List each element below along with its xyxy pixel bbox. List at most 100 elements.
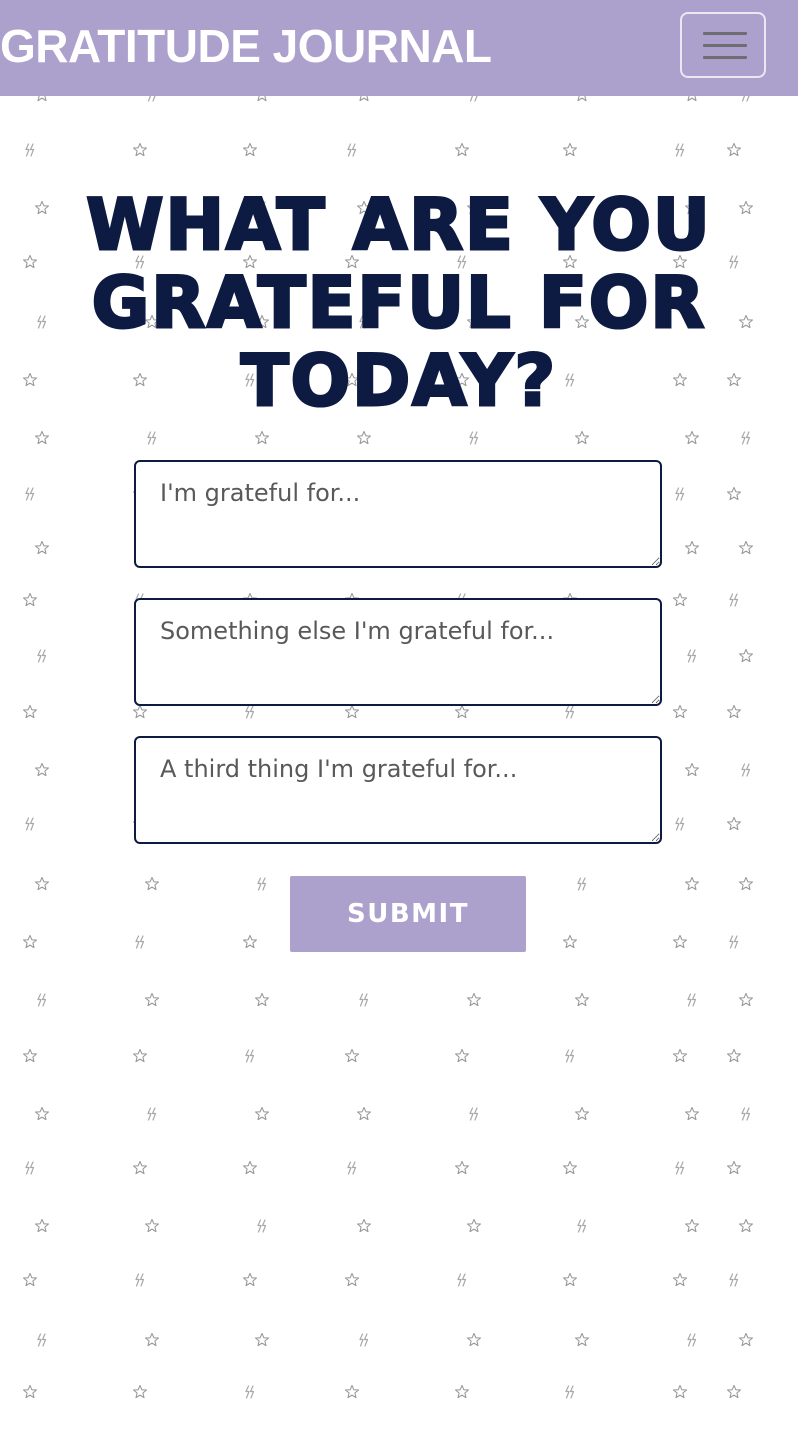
lightning-icon [257,877,267,891]
star-outline-icon [738,876,754,891]
gratitude-entry-2[interactable] [134,598,662,706]
star-outline-icon [726,1384,742,1399]
star-outline-icon [574,1106,590,1121]
star-outline-icon [672,934,688,949]
star-outline-icon [254,430,270,445]
star-outline-icon [562,142,578,157]
lightning-icon [729,1273,739,1287]
star-outline-icon [254,1332,270,1347]
gratitude-entry-1[interactable] [134,460,662,568]
star-outline-icon [34,540,50,555]
star-outline-icon [454,142,470,157]
lightning-icon [257,1219,267,1233]
lightning-icon [25,143,35,157]
menu-toggle-button[interactable] [680,12,766,78]
star-outline-icon [144,1332,160,1347]
gratitude-entry-3[interactable] [134,736,662,844]
star-outline-icon [34,876,50,891]
star-outline-icon [344,1272,360,1287]
lightning-icon [25,817,35,831]
star-outline-icon [356,1218,372,1233]
lightning-icon [565,1049,575,1063]
star-outline-icon [684,430,700,445]
star-outline-icon [242,1160,258,1175]
star-outline-icon [242,1272,258,1287]
star-outline-icon [684,876,700,891]
page-heading: WHAT ARE YOU GRATEFUL FOR TODAY? [85,184,712,422]
star-outline-icon [34,1218,50,1233]
star-outline-icon [672,592,688,607]
lightning-icon [37,1333,47,1347]
lightning-icon [577,877,587,891]
lightning-icon [729,593,739,607]
star-outline-icon [132,1048,148,1063]
star-outline-icon [254,1106,270,1121]
lightning-icon [675,1161,685,1175]
navbar: GRATITUDE JOURNAL [0,0,798,96]
star-outline-icon [22,1048,38,1063]
lightning-icon [741,431,751,445]
lightning-icon [687,993,697,1007]
star-outline-icon [22,934,38,949]
lightning-icon [347,143,357,157]
star-outline-icon [562,1160,578,1175]
star-outline-icon [344,1384,360,1399]
star-outline-icon [726,486,742,501]
lightning-icon [675,817,685,831]
star-outline-icon [672,1048,688,1063]
star-outline-icon [726,704,742,719]
star-outline-icon [22,704,38,719]
lightning-icon [675,487,685,501]
star-outline-icon [34,1106,50,1121]
star-outline-icon [672,1384,688,1399]
star-outline-icon [672,1272,688,1287]
lightning-icon [469,431,479,445]
lightning-icon [135,1273,145,1287]
star-outline-icon [684,1218,700,1233]
star-outline-icon [34,430,50,445]
star-outline-icon [738,540,754,555]
star-outline-icon [454,1384,470,1399]
star-outline-icon [672,704,688,719]
star-outline-icon [738,992,754,1007]
star-outline-icon [22,592,38,607]
star-outline-icon [454,1048,470,1063]
star-outline-icon [726,816,742,831]
submit-button[interactable]: SUBMIT [290,876,526,952]
lightning-icon [457,1273,467,1287]
lightning-icon [25,1161,35,1175]
star-outline-icon [466,1218,482,1233]
lightning-icon [741,763,751,777]
gratitude-form [134,460,662,874]
star-outline-icon [466,1332,482,1347]
lightning-icon [469,1107,479,1121]
lightning-icon [359,1333,369,1347]
star-outline-icon [466,992,482,1007]
star-outline-icon [22,1272,38,1287]
star-outline-icon [684,762,700,777]
lightning-icon [347,1161,357,1175]
lightning-icon [577,1219,587,1233]
star-outline-icon [242,934,258,949]
star-outline-icon [574,992,590,1007]
lightning-icon [135,935,145,949]
lightning-icon [687,1333,697,1347]
star-outline-icon [132,142,148,157]
star-outline-icon [684,540,700,555]
star-outline-icon [726,142,742,157]
star-outline-icon [34,762,50,777]
lightning-icon [687,649,697,663]
star-outline-icon [132,1384,148,1399]
star-outline-icon [356,430,372,445]
star-outline-icon [22,1384,38,1399]
star-outline-icon [738,1332,754,1347]
star-outline-icon [254,992,270,1007]
lightning-icon [675,143,685,157]
star-outline-icon [144,992,160,1007]
lightning-icon [565,1385,575,1399]
brand-title[interactable]: GRATITUDE JOURNAL [0,16,492,76]
lightning-icon [729,935,739,949]
lightning-icon [147,431,157,445]
star-outline-icon [144,1218,160,1233]
lightning-icon [741,1107,751,1121]
